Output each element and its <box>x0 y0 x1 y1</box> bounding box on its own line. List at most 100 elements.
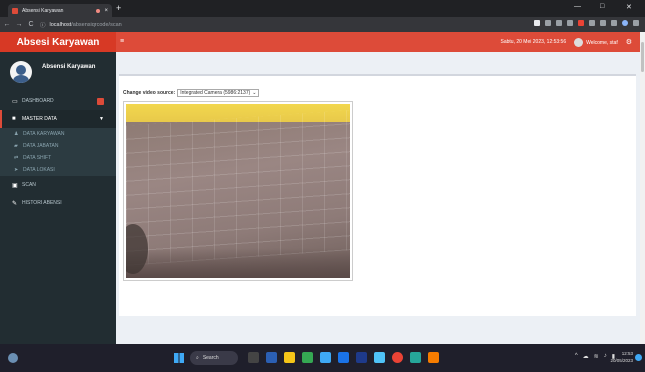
sidebar-item-label: DASHBOARD <box>22 98 54 104</box>
extension-red-icon[interactable] <box>578 20 584 26</box>
sidebar-item-histori-abensi[interactable]: ✎ HISTORI ABENSI <box>0 194 116 212</box>
extension-puzzle-icon[interactable] <box>589 20 595 26</box>
extension-icon[interactable] <box>600 20 606 26</box>
menu-kebab-icon[interactable] <box>633 20 639 26</box>
avatar <box>574 37 584 47</box>
avatar <box>10 61 32 83</box>
pen-icon: ✎ <box>12 200 18 207</box>
bookmark-star-icon[interactable] <box>567 20 573 26</box>
url-input[interactable]: ⓘ localhost /absensiqrcode/scan <box>40 19 460 30</box>
scrollbar-thumb[interactable] <box>641 42 644 72</box>
sidebar-item-data-lokasi[interactable]: ➤ DATA LOKASI <box>0 164 116 176</box>
sidebar-toggle-icon[interactable]: ≡ <box>120 38 124 45</box>
sidebar-item-master-data[interactable]: ■ MASTER DATA ▼ <box>0 110 116 128</box>
wifi-icon[interactable]: ≋ <box>594 353 599 360</box>
submenu-master-data: ♟ DATA KARYAWAN ▰ DATA JABATAN ⇄ DATA SH… <box>0 128 116 176</box>
browser-tab[interactable]: Absensi Karyawan × <box>8 4 112 17</box>
app-lightblue-icon[interactable] <box>320 352 331 363</box>
app-orange-icon[interactable] <box>428 352 439 363</box>
widgets-icon[interactable] <box>248 352 259 363</box>
cloud-icon[interactable]: ☁ <box>583 353 589 360</box>
app-teal-icon[interactable] <box>410 352 421 363</box>
notification-icon[interactable] <box>635 354 642 361</box>
profile-icon[interactable] <box>622 20 628 26</box>
browser-tab-bar: Absensi Karyawan × + — □ ✕ <box>0 0 645 17</box>
taskbar-search[interactable]: ⌕ Search <box>190 351 238 365</box>
minimize-button[interactable]: — <box>574 3 581 10</box>
sidebar-item-label: DATA JABATAN <box>23 143 59 149</box>
page-scrollbar[interactable] <box>640 32 645 344</box>
sidebar-item-label: MASTER DATA <box>22 116 57 122</box>
address-bar-row: ← → C ⓘ localhost /absensiqrcode/scan <box>0 17 645 32</box>
video-source-value: Integrated Camera (5986:2137) <box>180 90 251 96</box>
app-blue-icon[interactable] <box>266 352 277 363</box>
close-window-button[interactable]: ✕ <box>626 3 632 11</box>
sidebar-item-data-shift[interactable]: ⇄ DATA SHIFT <box>0 152 116 164</box>
file-explorer-icon[interactable] <box>284 352 295 363</box>
taskbar-clock[interactable]: 12:53 20/05/2023 <box>610 350 633 364</box>
favicon-icon <box>12 7 18 14</box>
search-icon: ⌕ <box>196 355 199 361</box>
zoom-icon[interactable] <box>545 20 551 26</box>
app-darkblue-icon[interactable] <box>338 352 349 363</box>
system-tray: ^ ☁ ≋ ♪ ▮ <box>575 353 615 360</box>
user-name: Absensi Karyawan <box>42 64 96 70</box>
tab-close-icon[interactable]: × <box>104 8 108 14</box>
url-path: /absensiqrcode/scan <box>71 21 122 28</box>
chevron-up-icon[interactable]: ^ <box>575 353 578 360</box>
extension-icons <box>534 20 639 26</box>
sidebar-item-data-jabatan[interactable]: ▰ DATA JABATAN <box>0 140 116 152</box>
header-datetime: Sabtu, 20 Mei 2023, 12:53:56 <box>500 39 567 45</box>
app-logo[interactable]: Absesi Karyawan <box>0 32 116 52</box>
camera-indicator-icon[interactable] <box>534 20 540 26</box>
reload-button[interactable]: C <box>26 21 36 28</box>
chevron-down-icon: ▼ <box>99 116 104 122</box>
video-source-row: Change video source: Integrated Camera (… <box>123 89 260 97</box>
app-window: Absesi Karyawan ≡ Sabtu, 20 Mei 2023, 12… <box>0 32 640 344</box>
welcome-text: Welcome, staf <box>586 39 618 46</box>
exchange-icon: ⇄ <box>14 155 19 161</box>
new-tab-button[interactable]: + <box>116 3 121 13</box>
sidebar-item-label: DATA KARYAWAN <box>23 131 65 137</box>
sidebar-item-label: DATA LOKASI <box>23 167 55 173</box>
chevron-down-icon: ⌄ <box>252 90 257 96</box>
gear-icon[interactable]: ⚙ <box>626 38 632 46</box>
sidebar: Absensi Karyawan ▭ DASHBOARD ■ MASTER DA… <box>0 52 116 344</box>
clock-date: 20/05/2023 <box>610 358 633 363</box>
user-menu[interactable]: Welcome, staf <box>574 37 618 47</box>
volume-icon[interactable]: ♪ <box>604 353 607 360</box>
chrome-icon[interactable] <box>392 352 403 363</box>
folder-icon: ■ <box>12 116 16 122</box>
camera-video <box>126 104 350 278</box>
camera-icon: ▣ <box>12 182 18 189</box>
sidebar-item-scan[interactable]: ▣ SCAN <box>0 176 116 194</box>
back-button[interactable]: ← <box>2 21 12 28</box>
tab-title: Absensi Karyawan <box>22 7 64 14</box>
maximize-button[interactable]: □ <box>600 3 604 10</box>
sidebar-item-label: DATA SHIFT <box>23 155 52 161</box>
user-icon: ♟ <box>14 131 19 137</box>
video-source-label: Change video source: <box>123 90 176 96</box>
windows-taskbar: ⌕ Search ^ ☁ ≋ ♪ ▮ 12:53 20/05/2023 <box>0 344 645 372</box>
clock-time: 12:53 <box>621 351 633 356</box>
sidepanel-icon[interactable] <box>611 20 617 26</box>
app-green-icon[interactable] <box>302 352 313 363</box>
forward-button[interactable]: → <box>14 21 24 28</box>
share-icon[interactable] <box>556 20 562 26</box>
sidebar-item-label: HISTORI ABENSI <box>22 200 62 206</box>
user-panel: Absensi Karyawan <box>0 52 116 92</box>
video-source-select[interactable]: Integrated Camera (5986:2137) ⌄ <box>177 89 260 97</box>
taskbar-search-label: Search <box>202 355 219 361</box>
recording-icon <box>96 8 101 13</box>
app-navy-icon[interactable] <box>356 352 367 363</box>
app-cyan-icon[interactable] <box>374 352 385 363</box>
sidebar-item-label: SCAN <box>22 182 36 188</box>
sidebar-item-data-karyawan[interactable]: ♟ DATA KARYAWAN <box>0 128 116 140</box>
weather-icon[interactable] <box>8 353 18 363</box>
scan-panel: Change video source: Integrated Camera (… <box>119 74 636 316</box>
location-icon: ➤ <box>14 167 19 173</box>
sidebar-item-dashboard[interactable]: ▭ DASHBOARD <box>0 92 116 110</box>
windows-start-icon[interactable] <box>174 353 184 363</box>
url-host: localhost <box>49 21 72 28</box>
app-header: Absesi Karyawan ≡ Sabtu, 20 Mei 2023, 12… <box>0 32 640 52</box>
